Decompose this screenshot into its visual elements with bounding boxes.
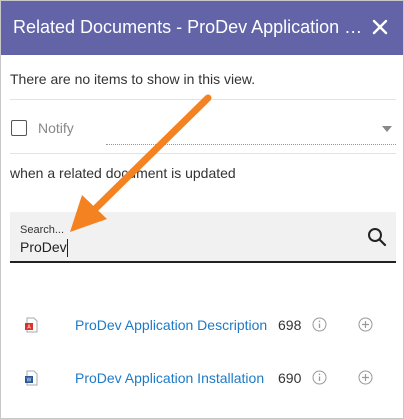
info-icon[interactable] [312, 370, 327, 385]
notify-row: Notify [10, 116, 396, 146]
svg-text:W: W [27, 378, 32, 384]
divider [10, 99, 396, 100]
dialog-title: Related Documents - ProDev Application I… [13, 17, 363, 37]
search-label: Search... [20, 224, 65, 236]
close-button[interactable] [367, 13, 393, 41]
close-icon [372, 19, 388, 35]
notify-when-text: when a related document is updated [10, 165, 236, 181]
text-cursor [67, 239, 68, 257]
info-icon[interactable] [312, 317, 327, 332]
list-item: W ProDev Application Installation 690 [1, 366, 403, 392]
document-link[interactable]: ProDev Application Description [75, 317, 273, 333]
notify-dropdown[interactable] [106, 116, 396, 145]
search-icon[interactable] [366, 226, 388, 248]
chevron-down-icon [382, 126, 392, 132]
add-circle-icon[interactable] [358, 370, 373, 385]
pdf-file-icon: A [25, 317, 38, 333]
list-item: A ProDev Application Description 698 [1, 313, 403, 339]
document-number: 698 [278, 317, 302, 333]
search-input[interactable] [20, 239, 340, 255]
word-file-icon: W [25, 370, 38, 386]
add-circle-icon[interactable] [358, 317, 373, 332]
document-number: 690 [278, 370, 302, 386]
divider [10, 153, 396, 154]
document-link[interactable]: ProDev Application Installation [75, 370, 273, 386]
dialog-header: Related Documents - ProDev Application I… [1, 1, 403, 55]
related-documents-dialog: Related Documents - ProDev Application I… [0, 0, 404, 419]
empty-list-message: There are no items to show in this view. [10, 71, 256, 87]
notify-checkbox[interactable] [11, 120, 27, 136]
search-box: Search... [10, 212, 396, 263]
notify-label: Notify [38, 120, 74, 136]
